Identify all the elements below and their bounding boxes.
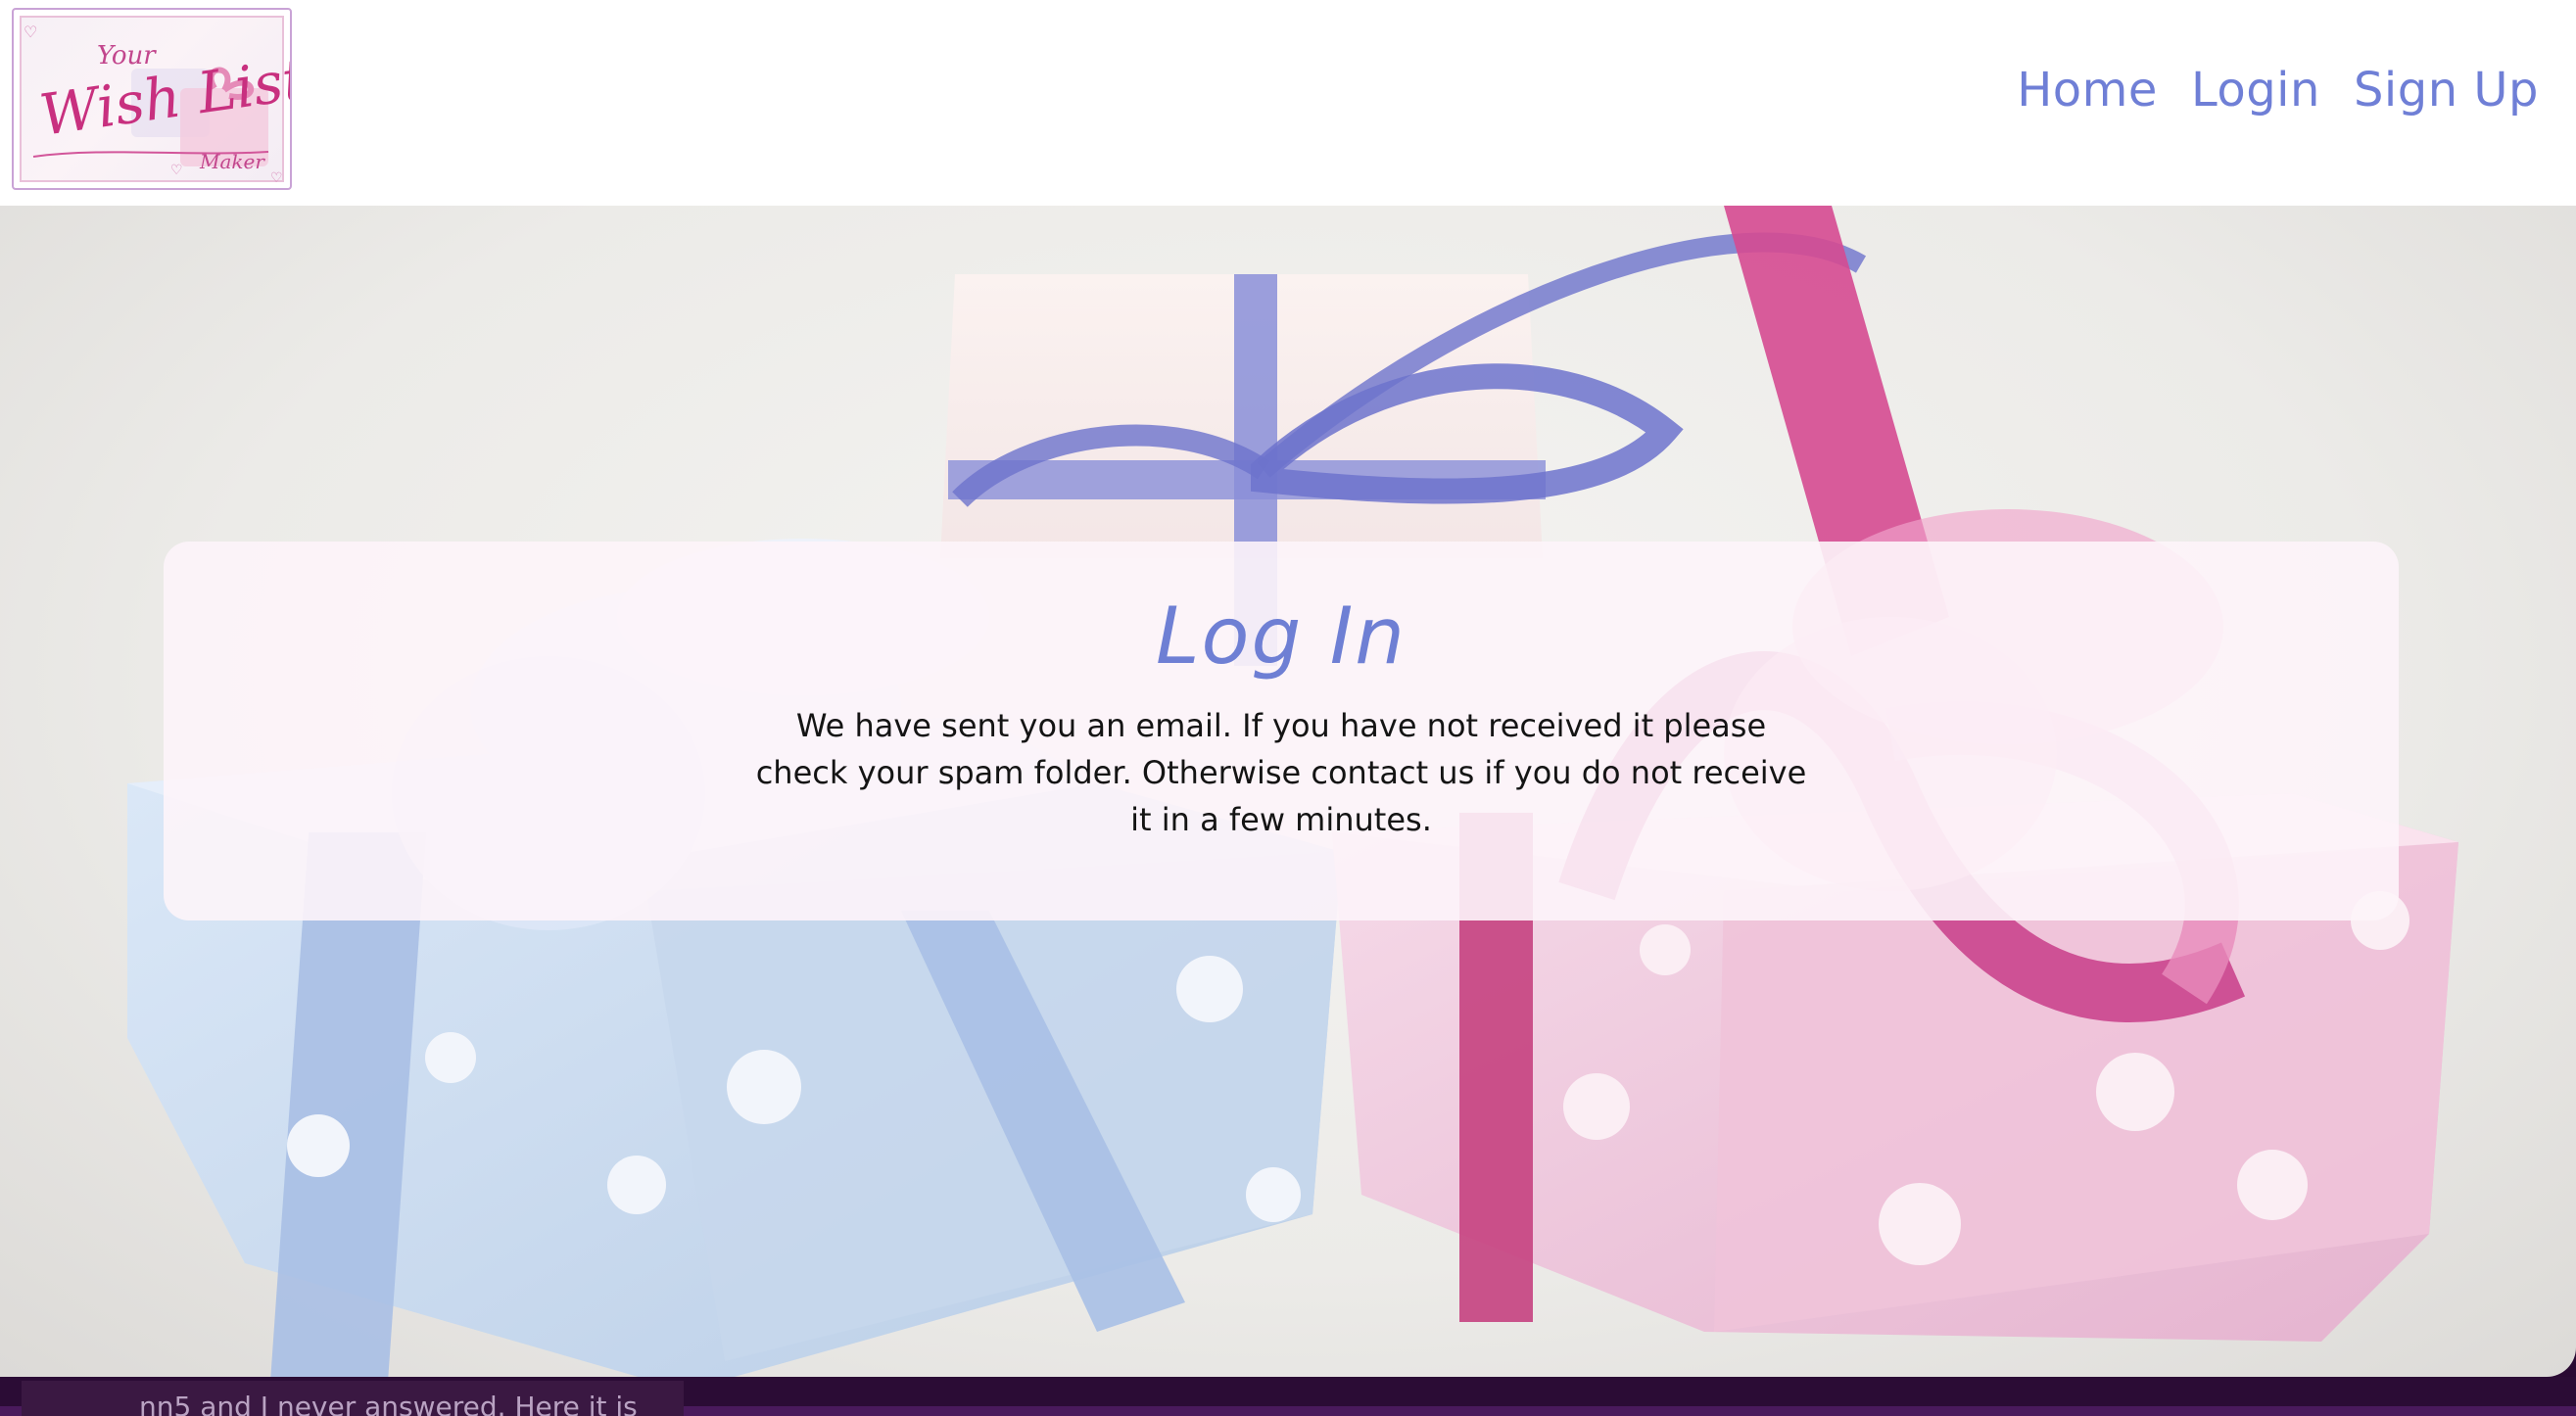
- bottom-overlay-panel[interactable]: nn5 and I never answered. Here it is: [22, 1381, 684, 1416]
- nav-login-link[interactable]: Login: [2191, 63, 2320, 118]
- site-logo[interactable]: ♡ ♡ ♡ Your Wish List Maker: [12, 8, 292, 190]
- svg-text:♡: ♡: [170, 163, 183, 178]
- nav-home-link[interactable]: Home: [2017, 63, 2158, 118]
- login-message-card: Log In We have sent you an email. If you…: [164, 542, 2399, 920]
- email-sent-message: We have sent you an email. If you have n…: [755, 707, 1807, 838]
- svg-text:♡: ♡: [24, 23, 37, 41]
- main-nav: Home Login Sign Up: [2017, 63, 2539, 118]
- card-title: Log In: [1155, 590, 1407, 682]
- page: ♡ ♡ ♡ Your Wish List Maker Home Login Si…: [0, 0, 2576, 1416]
- logo-graphic: ♡ ♡ ♡ Your Wish List Maker: [24, 23, 290, 186]
- bottom-overlay-text: nn5 and I never answered. Here it is: [139, 1391, 638, 1416]
- svg-text:♡: ♡: [270, 170, 283, 186]
- site-header: ♡ ♡ ♡ Your Wish List Maker Home Login Si…: [0, 0, 2576, 206]
- nav-signup-link[interactable]: Sign Up: [2354, 63, 2539, 118]
